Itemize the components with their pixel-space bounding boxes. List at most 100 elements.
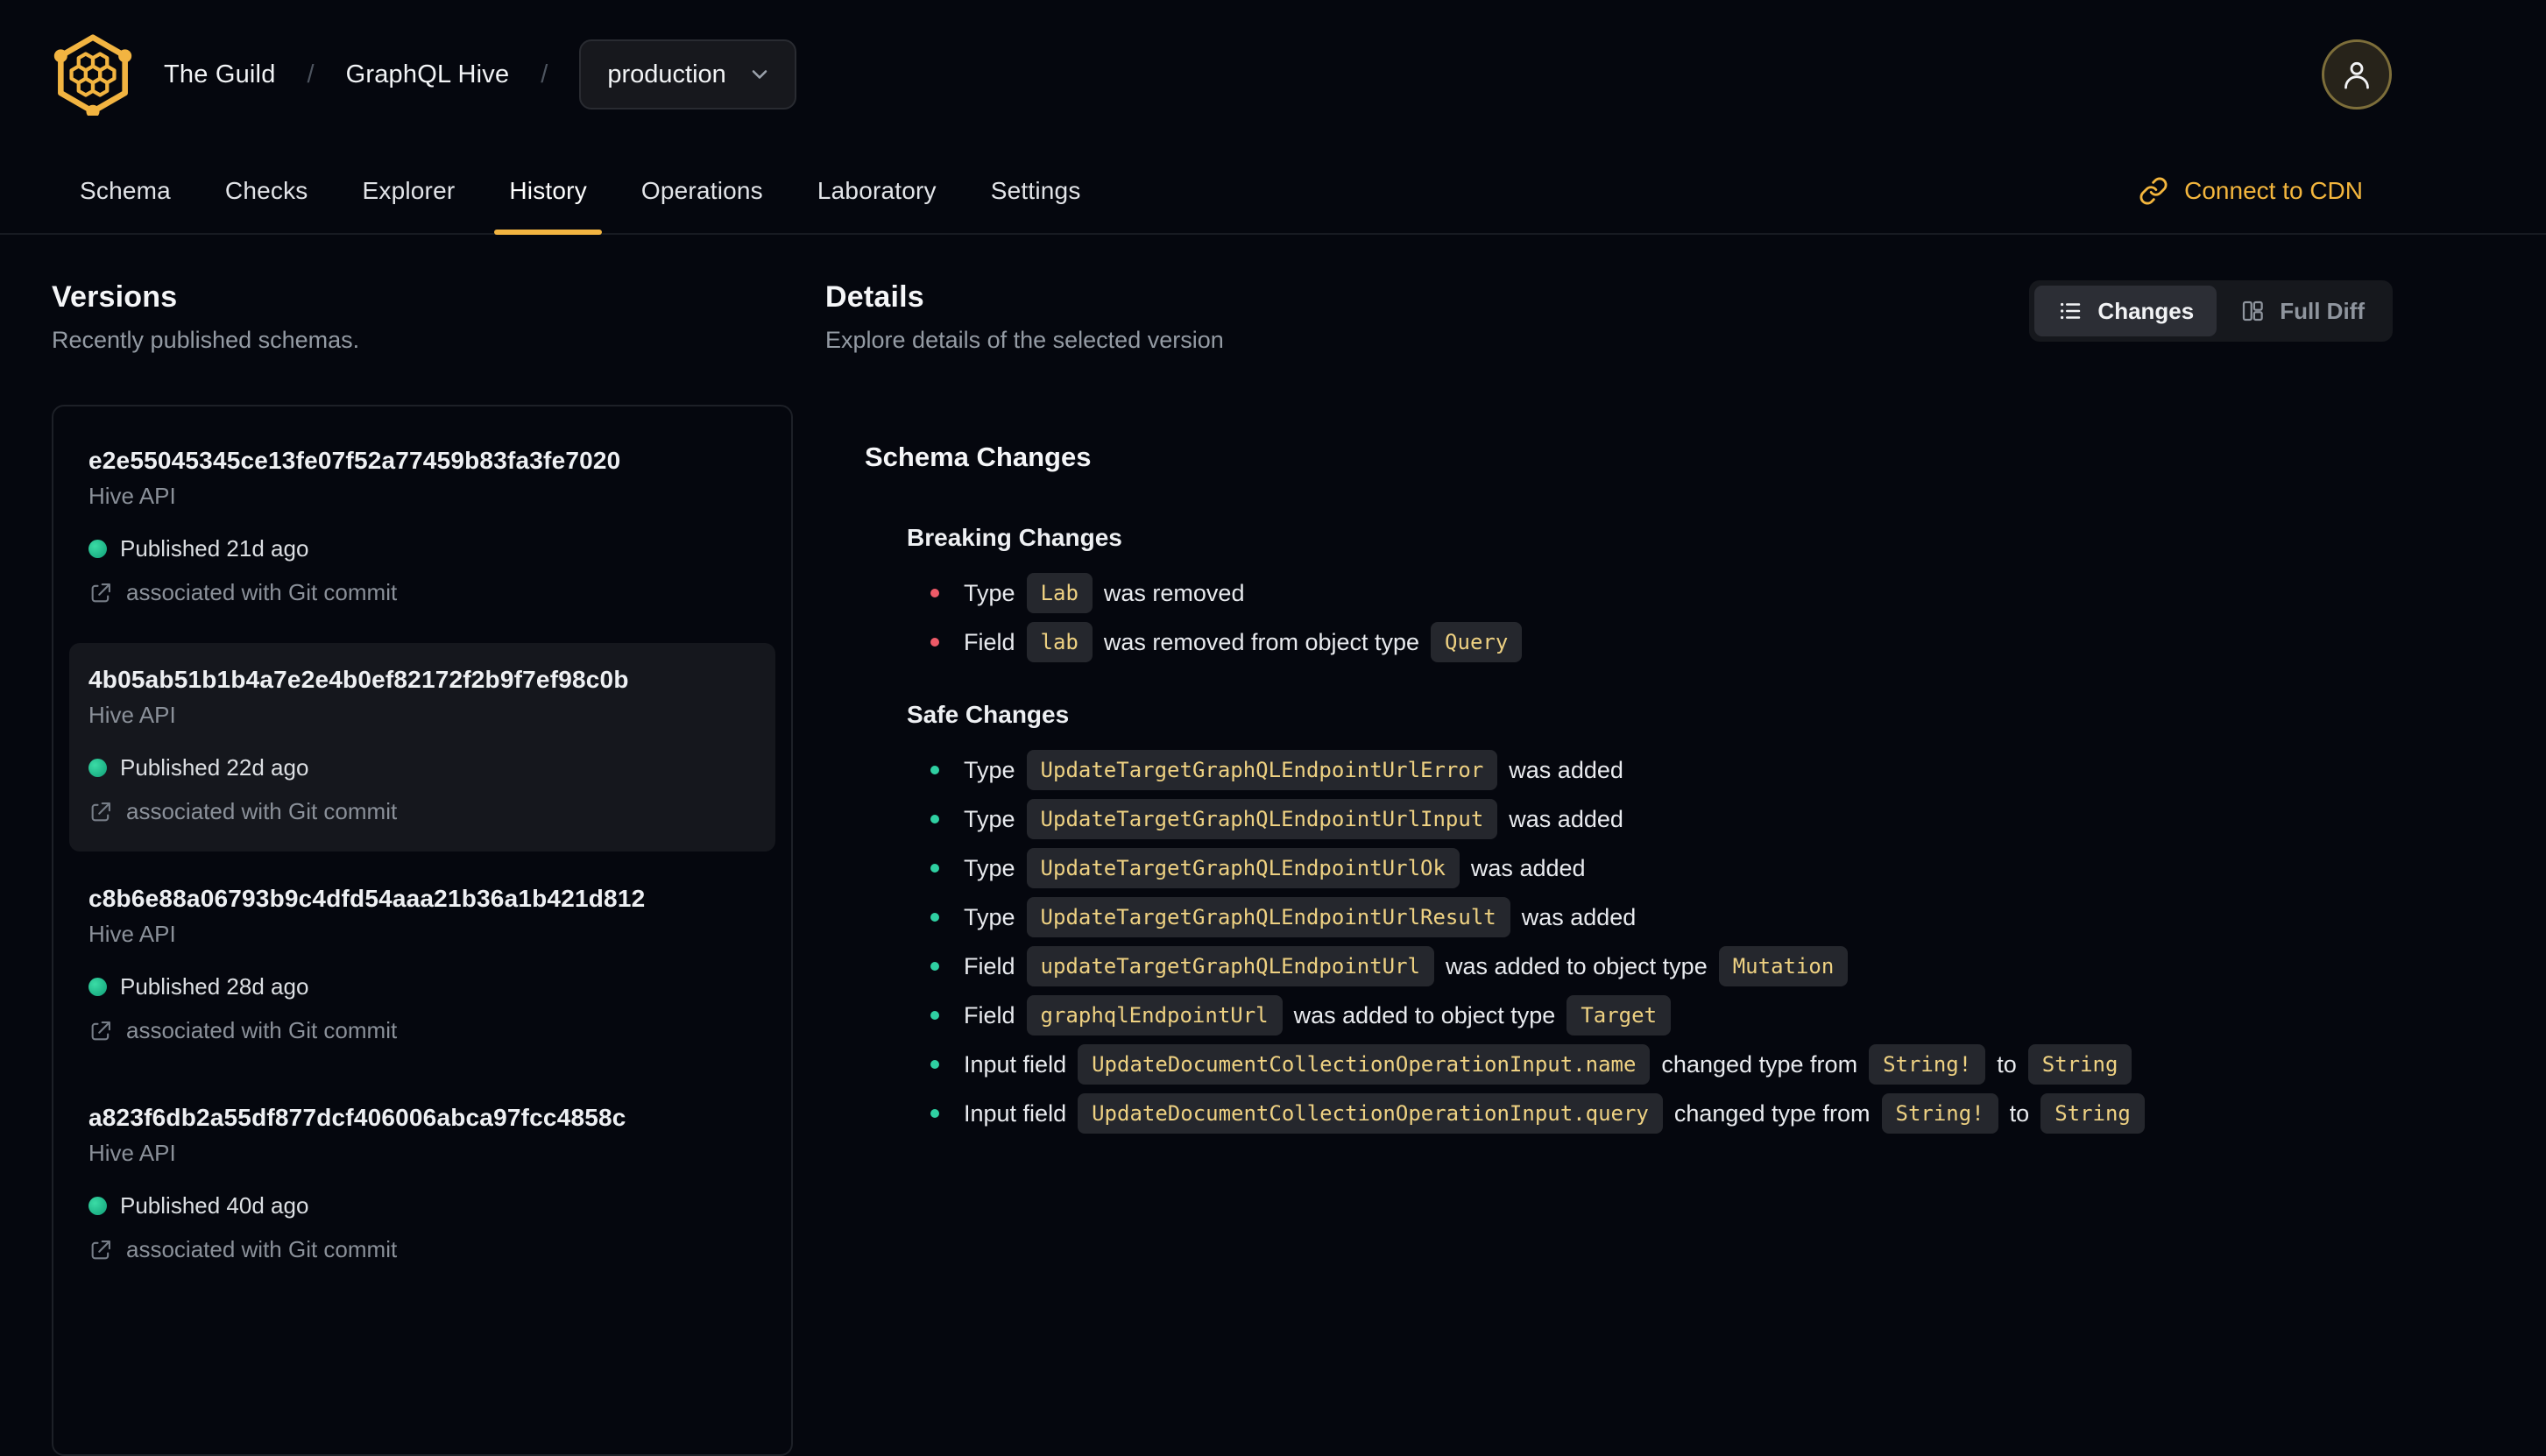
git-commit-label: associated with Git commit [126,579,398,605]
change-text: Field [964,628,1015,655]
header-bar: The Guild / GraphQL Hive / production [0,0,2546,149]
external-link-icon [91,583,110,602]
tab-operations[interactable]: Operations [626,149,778,233]
code-badge: Query [1431,622,1523,662]
version-service: Hive API [88,702,176,728]
git-commit-label: associated with Git commit [126,798,398,824]
main-content: Versions Recently published schemas. e2e… [0,235,2546,1456]
code-badge: UpdateTargetGraphQLEndpointUrlInput [1026,799,1498,839]
tab-settings[interactable]: Settings [976,149,1096,233]
change-text: was added [1521,903,1637,930]
safe-change-item: Field updateTargetGraphQLEndpointUrl was a… [930,946,2393,986]
tab-checks[interactable]: Checks [210,149,323,233]
breadcrumb: The Guild / GraphQL Hive / production [164,39,796,110]
published-status-text: Published 21d ago [120,535,309,562]
published-status-dot [88,1197,107,1215]
hive-logo-icon[interactable] [52,33,134,116]
external-link-icon [91,1240,110,1259]
link-icon [2139,177,2168,205]
change-text: to [1997,1050,2017,1078]
version-item[interactable]: e2e55045345ce13fe07f52a77459b83fa3fe7020… [69,424,775,633]
code-badge: UpdateTargetGraphQLEndpointUrlOk [1026,848,1460,888]
safe-bullet [930,1011,939,1020]
changes-toggle-button[interactable]: Changes [2034,286,2217,336]
code-badge: String! [1881,1093,1998,1134]
tab-explorer[interactable]: Explorer [348,149,470,233]
change-text: was removed [1103,579,1245,606]
published-status-dot [88,540,107,558]
published-status-text: Published 28d ago [120,973,309,1000]
git-commit-link[interactable]: associated with Git commit [88,1236,756,1263]
version-item[interactable]: c8b6e88a06793b9c4dfd54aaa21b36a1b421d812… [69,862,775,1071]
git-commit-link[interactable]: associated with Git commit [88,1017,756,1044]
safe-change-item: Type UpdateTargetGraphQLEndpointUrlOk was … [930,848,2393,888]
safe-bullet [930,913,939,922]
change-text: Input field [964,1050,1067,1078]
versions-subtitle: Recently published schemas. [52,327,360,353]
main-nav: Schema Checks Explorer History Operations Lab… [0,149,2546,235]
versions-list: e2e55045345ce13fe07f52a77459b83fa3fe7020… [52,405,793,1456]
safe-changes-list: Type UpdateTargetGraphQLEndpointUrlError w… [930,750,2393,1134]
version-service: Hive API [88,1140,176,1166]
external-link-icon [91,1021,110,1040]
code-badge: UpdateTargetGraphQLEndpointUrlError [1026,750,1498,790]
safe-bullet [930,864,939,873]
versions-panel: Versions Recently published schemas. e2e… [52,280,793,1456]
change-text: Type [964,805,1015,832]
change-text: Field [964,1001,1015,1028]
change-text: was added [1509,756,1623,783]
breadcrumb-project[interactable]: GraphQL Hive [346,60,510,89]
safe-change-item: Type UpdateTargetGraphQLEndpointUrlError w… [930,750,2393,790]
code-badge: Lab [1026,573,1093,613]
change-text: Type [964,854,1015,881]
tab-history[interactable]: History [494,149,602,235]
version-item[interactable]: 4b05ab51b1b4a7e2e4b0ef82172f2b9f7ef98c0b… [69,643,775,852]
details-panel: Details Explore details of the selected … [825,280,2393,1456]
code-badge: UpdateDocumentCollectionOperationInput.q… [1078,1093,1663,1134]
details-subtitle: Explore details of the selected version [825,327,1224,353]
code-badge: graphqlEndpointUrl [1026,995,1283,1035]
details-title: Details [825,280,924,314]
safe-bullet [930,815,939,823]
safe-change-item: Field graphqlEndpointUrl was added to obje… [930,995,2393,1035]
change-text: changed type from [1673,1099,1871,1127]
connect-to-cdn-link[interactable]: Connect to CDN [2139,149,2363,233]
breadcrumb-org[interactable]: The Guild [164,60,276,89]
columns-icon [2243,300,2263,322]
breaking-bullet [930,589,939,597]
git-commit-link[interactable]: associated with Git commit [88,798,756,825]
code-badge: lab [1026,622,1093,662]
tab-schema[interactable]: Schema [65,149,186,233]
code-badge: UpdateDocumentCollectionOperationInput.n… [1078,1044,1651,1085]
safe-change-item: Input field UpdateDocumentCollectionOpera… [930,1044,2393,1085]
version-item[interactable]: a823f6db2a55df877dcf406006abca97fcc4858c… [69,1081,775,1290]
change-text: Type [964,579,1015,606]
safe-change-item: Type UpdateTargetGraphQLEndpointUrlInput w… [930,799,2393,839]
full-diff-toggle-button[interactable]: Full Diff [2217,286,2387,336]
change-text: was added to object type [1446,952,1708,979]
list-icon [2061,302,2081,320]
view-toggle: Changes Full Diff [2029,280,2393,342]
change-text: Type [964,903,1015,930]
connect-to-cdn-label: Connect to CDN [2184,177,2363,204]
breaking-changes-title: Breaking Changes [907,524,1122,551]
schema-changes-title: Schema Changes [865,442,1092,472]
tab-laboratory[interactable]: Laboratory [803,149,951,233]
change-text: changed type from [1661,1050,1858,1078]
code-badge: updateTargetGraphQLEndpointUrl [1026,946,1435,986]
change-text: was added to object type [1293,1001,1556,1028]
published-status-dot [88,978,107,996]
user-avatar[interactable] [2322,39,2392,110]
published-status-text: Published 22d ago [120,754,309,781]
breaking-changes-list: Type Lab was removed Field lab was removed fr… [930,573,2393,662]
git-commit-link[interactable]: associated with Git commit [88,579,756,606]
change-text: Field [964,952,1015,979]
target-selector[interactable]: production [579,39,796,110]
code-badge: String [2040,1093,2145,1134]
safe-bullet [930,1060,939,1069]
safe-change-item: Type UpdateTargetGraphQLEndpointUrlResult… [930,897,2393,937]
git-commit-label: associated with Git commit [126,1017,398,1043]
version-hash: a823f6db2a55df877dcf406006abca97fcc4858c [88,1104,626,1131]
code-badge: String! [1869,1044,1986,1085]
code-badge: Mutation [1718,946,1849,986]
